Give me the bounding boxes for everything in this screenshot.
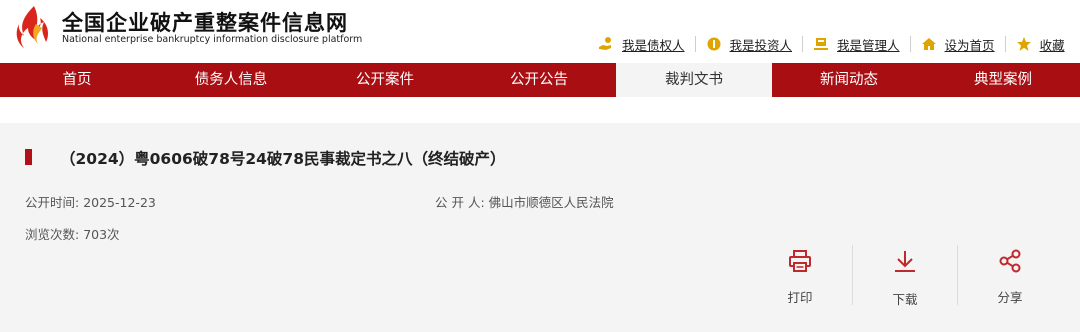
top-links: 我是债权人 我是投资人 我是管理人 设为首页 收藏 [598,33,1065,55]
print-button[interactable]: 打印 [748,245,852,307]
home-icon [921,36,937,52]
view-count: 浏览次数: 703次 [25,224,120,243]
link-investor-label: 我是投资人 [729,37,793,53]
printer-icon [789,250,811,272]
flame-logo-icon[interactable] [14,4,52,52]
share-button[interactable]: 分享 [958,245,1062,307]
link-manager-label: 我是管理人 [837,37,900,53]
link-set-homepage[interactable]: 设为首页 [921,35,995,54]
publisher: 公 开 人: 佛山市顺德区人民法院 [435,192,614,211]
site-header: 全国企业破产重整案件信息网 National enterprise bankru… [0,0,1080,63]
view-count-label: 浏览次数: [25,227,80,242]
document-actions: 打印 下载 分享 [748,245,1062,307]
nav-typical-cases[interactable]: 典型案例 [926,63,1080,97]
link-set-homepage-label: 设为首页 [944,37,995,53]
nav-public-notices[interactable]: 公开公告 [462,63,616,97]
divider [909,36,911,52]
nav-judgments[interactable]: 裁判文书 [616,63,772,97]
download-label: 下载 [892,292,918,307]
download-button[interactable]: 下载 [853,245,957,307]
print-label: 打印 [787,290,813,305]
publish-time: 公开时间: 2025-12-23 [25,192,156,211]
divider [1004,36,1006,52]
link-favorite-label: 收藏 [1039,37,1065,53]
manager-icon [813,36,829,52]
star-icon [1016,36,1032,52]
site-title[interactable]: 全国企业破产重整案件信息网 [62,7,348,37]
publish-time-value: 2025-12-23 [83,195,156,210]
divider [694,36,696,52]
publisher-value: 佛山市顺德区人民法院 [488,195,614,210]
hand-coin-icon [598,36,614,52]
link-favorite[interactable]: 收藏 [1016,35,1065,54]
document-title: （2024）粤0606破78号24破78民事裁定书之八（终结破产） [60,150,506,168]
document-panel: （2024）粤0606破78号24破78民事裁定书之八（终结破产） 公开时间: … [0,123,1080,332]
title-marker [25,149,32,165]
main-nav: 首页 债务人信息 公开案件 公开公告 裁判文书 新闻动态 典型案例 [0,63,1080,97]
share-icon [999,249,1021,273]
view-count-value: 703次 [83,227,120,242]
divider [802,36,804,52]
nav-news[interactable]: 新闻动态 [772,63,926,97]
publisher-label: 公 开 人: [435,195,485,210]
download-icon [895,251,915,272]
share-label: 分享 [997,290,1023,305]
coin-icon [706,36,722,52]
link-creditor[interactable]: 我是债权人 [598,35,685,54]
link-investor[interactable]: 我是投资人 [706,35,793,54]
publish-time-label: 公开时间: [25,195,80,210]
link-creditor-label: 我是债权人 [622,37,685,53]
nav-public-cases[interactable]: 公开案件 [308,63,462,97]
link-manager[interactable]: 我是管理人 [813,35,900,54]
nav-debtor-info[interactable]: 债务人信息 [154,63,308,97]
nav-home[interactable]: 首页 [0,63,154,97]
site-subtitle: National enterprise bankruptcy informati… [62,34,363,45]
